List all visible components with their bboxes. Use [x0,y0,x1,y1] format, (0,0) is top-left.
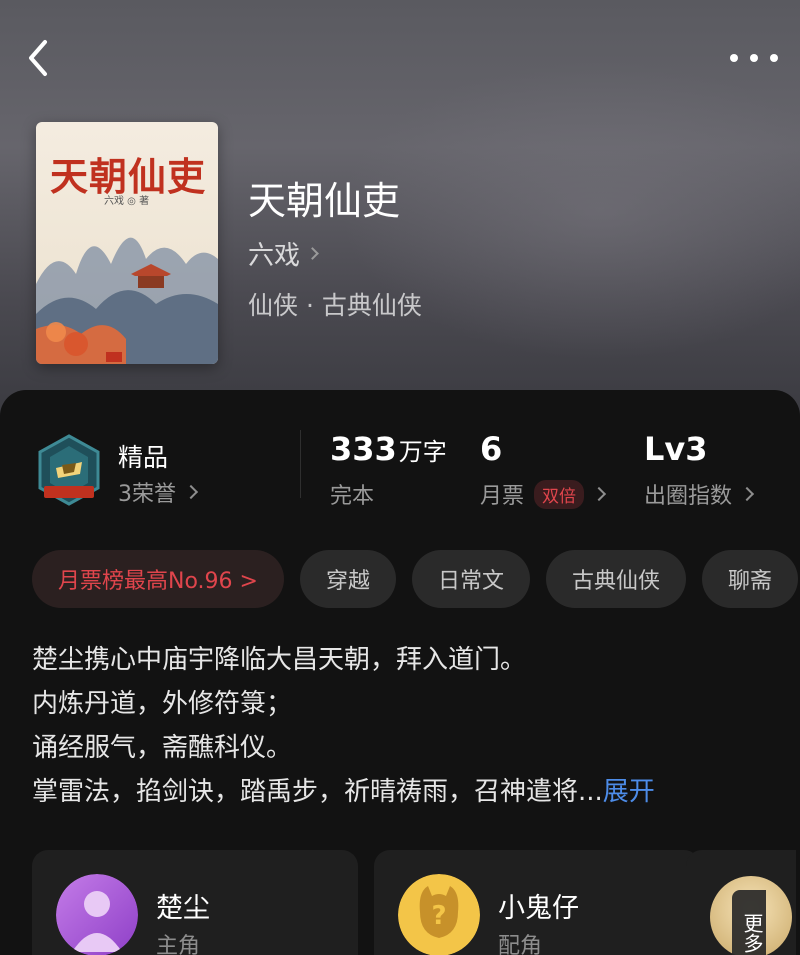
monthly-votes-label: 月票 [480,484,525,509]
monthly-votes-link[interactable]: 月票 双倍 [480,478,607,510]
tag-row: 月票榜最高No.96 > 穿越 日常文 古典仙侠 聊斋 [32,550,799,608]
more-horizontal-icon [730,54,738,62]
cover-landscape-illustration [36,237,218,364]
tag-item[interactable]: 日常文 [411,550,530,608]
tag-item[interactable]: 古典仙侠 [545,550,686,608]
book-genre: 仙侠 · 古典仙侠 [248,291,422,320]
description-line: 掌雷法，掐剑诀，踏禹步，祈晴祷雨，召神遣将... [32,777,603,807]
book-detail-panel: 精品 3荣誉 333万字 完本 6 月票 双倍 Lv3 出圈指数 月票榜最高No… [0,390,800,955]
character-card[interactable]: ? 小鬼仔 配角 [374,850,700,955]
back-button[interactable] [20,38,56,78]
description-line-last: 掌雷法，掐剑诀，踏禹步，祈晴祷雨，召神遣将...展开 [32,770,772,814]
tag-rank[interactable]: 月票榜最高No.96 > [32,550,284,608]
more-dot [750,54,758,62]
popularity-index-label: 出圈指数 [644,484,733,509]
chevron-right-icon [183,484,199,500]
character-avatar [56,874,138,955]
character-role: 主角 [156,934,201,955]
stats-row: 精品 3荣誉 333万字 完本 6 月票 双倍 Lv3 出圈指数 [0,430,800,510]
popularity-index-link[interactable]: 出圈指数 [644,478,755,510]
word-count-value: 333 [330,430,397,468]
honor-badge-icon[interactable] [36,434,102,506]
book-cover[interactable]: 天朝仙吏 六戏 ◎ 著 [36,122,218,364]
more-options-button[interactable] [730,44,778,72]
author-name: 六戏 [248,241,301,271]
description-line: 内炼丹道，外修符箓； [32,689,293,719]
chevron-right-icon [739,486,755,502]
tag-item[interactable]: 聊斋 [702,550,799,608]
more-dot [770,54,778,62]
double-votes-badge: 双倍 [534,479,585,509]
character-list: 楚尘 主角 ? 小鬼仔 配角 [32,850,800,955]
chevron-left-icon [29,40,47,76]
tag-item[interactable]: 穿越 [299,550,396,608]
description-line: 楚尘携心中庙宇降临大昌天朝，拜入道门。 [32,645,527,675]
chevron-right-icon [591,486,607,502]
svg-text:?: ? [431,901,446,931]
character-name: 楚尘 [156,893,210,924]
word-count-unit: 万字 [398,438,447,466]
book-title: 天朝仙吏 [248,179,401,223]
hero-header: 天朝仙吏 六戏 ◎ 著 天朝仙吏 六戏 仙侠 · 古典仙侠 [0,0,800,420]
description-line: 诵经服气，斋醮科仪。 [32,733,293,763]
honor-count-link[interactable]: 3荣誉 [118,476,199,508]
word-count: 333万字 [330,430,447,468]
book-status-label: 完本 [330,484,375,509]
honor-title: 精品 [118,443,169,472]
more-characters-button[interactable]: 更多 [686,850,796,955]
character-card[interactable]: 楚尘 主角 [32,850,358,955]
honor-count: 3荣誉 [118,482,176,507]
stats-divider [300,430,301,498]
character-role: 配角 [498,934,543,955]
author-link[interactable]: 六戏 [248,235,319,272]
monthly-votes: 6 [480,430,503,468]
book-status: 完本 [330,478,374,510]
character-avatar: ? [398,874,480,955]
expand-link[interactable]: 展开 [603,777,655,807]
popularity-level: Lv3 [644,430,708,468]
book-description: 楚尘携心中庙宇降临大昌天朝，拜入道门。 内炼丹道，外修符箓； 诵经服气，斋醮科仪… [32,638,772,814]
chevron-right-icon [306,247,319,260]
character-name: 小鬼仔 [498,893,579,924]
more-characters-label: 更多 [732,890,766,955]
